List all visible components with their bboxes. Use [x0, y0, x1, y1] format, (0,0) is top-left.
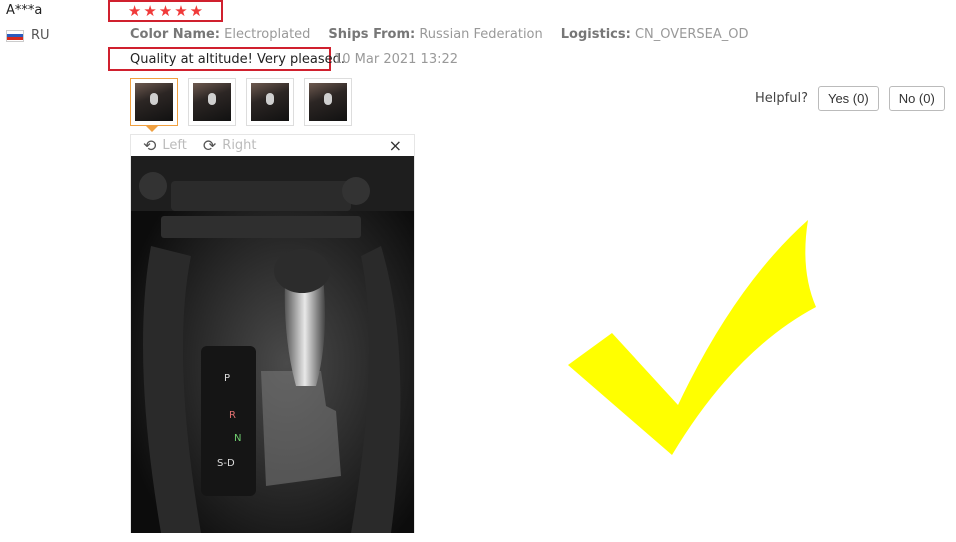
- review-thumbnail[interactable]: [130, 78, 178, 126]
- review-date: 10 Mar 2021 13:22: [334, 52, 459, 67]
- svg-text:P: P: [224, 373, 230, 384]
- country-code: RU: [31, 28, 50, 43]
- svg-text:N: N: [234, 433, 241, 444]
- rotate-right-button[interactable]: Right: [222, 138, 256, 153]
- russia-flag-icon: [6, 29, 24, 42]
- helpful-no-button[interactable]: No (0): [888, 86, 945, 111]
- helpful-label: Helpful?: [755, 91, 808, 106]
- color-info: Color Name: Electroplated: [130, 27, 311, 42]
- review-thumbnail[interactable]: [304, 78, 352, 126]
- close-icon[interactable]: ×: [389, 136, 402, 155]
- gear-shifter-photo: P R N S-D: [131, 156, 414, 533]
- star-icon: ★: [189, 1, 204, 20]
- review-text: Quality at altitude! Very pleased.: [108, 47, 345, 71]
- reviewer-name: A***a: [6, 3, 43, 18]
- star-rating: ★ ★ ★ ★ ★: [108, 0, 223, 22]
- helpful-section: Helpful? Yes (0) No (0): [755, 86, 945, 111]
- svg-text:S-D: S-D: [217, 458, 235, 469]
- star-icon: ★: [158, 1, 173, 20]
- star-icon: ★: [174, 1, 188, 20]
- logistics-info: Logistics: CN_OVERSEA_OD: [560, 27, 749, 42]
- viewer-toolbar: ⟲ Left ⟳ Right ×: [131, 135, 414, 156]
- image-viewer: ⟲ Left ⟳ Right × P R N S-D: [130, 134, 415, 533]
- ships-from-info: Ships From: Russian Federation: [328, 27, 543, 42]
- checkmark-icon: [560, 215, 820, 464]
- review-thumbnail[interactable]: [188, 78, 236, 126]
- review-thumbnail[interactable]: [246, 78, 294, 126]
- review-thumbnails: [130, 78, 352, 126]
- rotate-left-icon[interactable]: ⟲: [143, 136, 156, 155]
- star-icon: ★: [127, 1, 142, 20]
- helpful-yes-button[interactable]: Yes (0): [817, 86, 879, 111]
- svg-text:R: R: [229, 410, 236, 421]
- review-photo: P R N S-D: [131, 156, 414, 533]
- rotate-right-icon[interactable]: ⟳: [203, 136, 216, 155]
- star-icon: ★: [143, 1, 157, 20]
- selected-thumbnail-caret: [146, 126, 158, 132]
- order-meta: Color Name: Electroplated Ships From: Ru…: [130, 27, 748, 42]
- rotate-left-button[interactable]: Left: [162, 138, 186, 153]
- reviewer-country: RU: [6, 28, 50, 43]
